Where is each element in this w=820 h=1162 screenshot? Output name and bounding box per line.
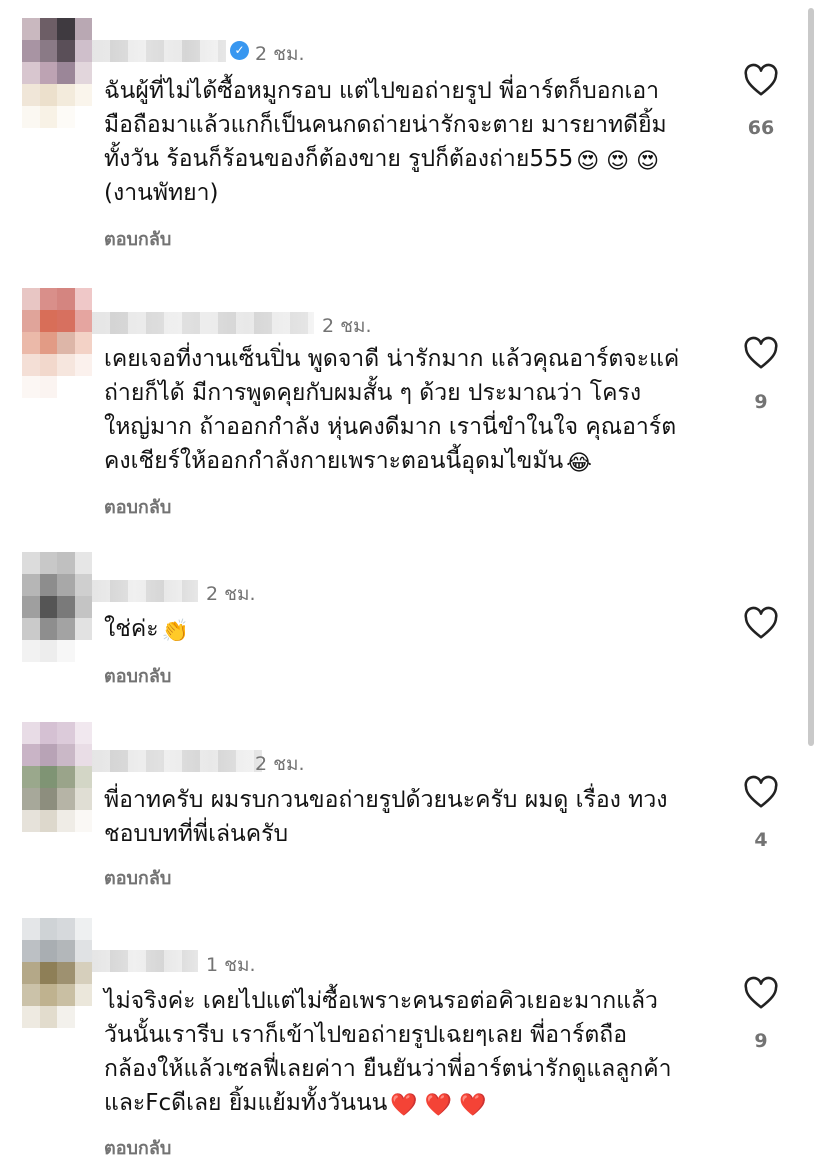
like-count: 66 (747, 117, 775, 139)
scrollbar-thumb[interactable] (808, 8, 814, 746)
heart-eyes-emoji: 😍 😍 😍 (576, 149, 660, 174)
comment-text: ใช่ค่ะ 👏 (104, 616, 189, 644)
red-heart-emoji: ❤️ ❤️ ❤️ (390, 1093, 487, 1118)
comment-text: เคยเจอที่งานเซ็นปิ่น พูดจาดี น่ารักมาก แ… (104, 346, 680, 476)
comment-text: ฉันผู้ที่ไม่ได้ซื้อหมูกรอบ แต่ไปขอถ่ายรู… (104, 78, 667, 206)
comment-time: 2 ชม. (206, 583, 256, 605)
comment-time: 2 ชม. (255, 43, 305, 65)
heart-outline-icon[interactable] (743, 336, 779, 370)
avatar[interactable] (22, 918, 92, 1028)
reply-button[interactable]: ตอบกลับ (104, 492, 171, 521)
avatar[interactable] (22, 18, 92, 128)
like-count: 9 (754, 1030, 768, 1052)
reply-button[interactable]: ตอบกลับ (104, 661, 171, 690)
verified-badge-icon: ✓ (230, 41, 249, 60)
reply-button[interactable]: ตอบกลับ (104, 224, 171, 253)
reply-button[interactable]: ตอบกลับ (104, 1133, 171, 1162)
laughing-emoji: 😂 (566, 451, 592, 476)
like-count: 9 (754, 391, 768, 413)
username[interactable] (92, 40, 226, 62)
username[interactable] (92, 750, 262, 772)
heart-outline-icon[interactable] (743, 976, 779, 1010)
comment-time: 1 ชม. (206, 954, 256, 976)
avatar[interactable] (22, 552, 92, 662)
comment-time: 2 ชม. (322, 315, 372, 337)
clapping-hands-emoji: 👏 (161, 619, 189, 644)
reply-button[interactable]: ตอบกลับ (104, 863, 171, 892)
username[interactable] (92, 580, 198, 602)
comment-time: 2 ชม. (255, 753, 305, 775)
username[interactable] (92, 950, 198, 972)
comment-text: ไม่จริงค่ะ เคยไปแต่ไม่ซื้อเพราะคนรอต่อคิ… (104, 988, 672, 1118)
username[interactable] (92, 312, 314, 334)
comment-text: พี่อาทครับ ผมรบกวนขอถ่ายรูปด้วยนะครับ ผม… (104, 787, 668, 847)
heart-outline-icon[interactable] (743, 775, 779, 809)
avatar[interactable] (22, 288, 92, 398)
heart-outline-icon[interactable] (743, 606, 779, 640)
like-count: 4 (754, 829, 768, 851)
avatar[interactable] (22, 722, 92, 832)
heart-outline-icon[interactable] (743, 63, 779, 97)
